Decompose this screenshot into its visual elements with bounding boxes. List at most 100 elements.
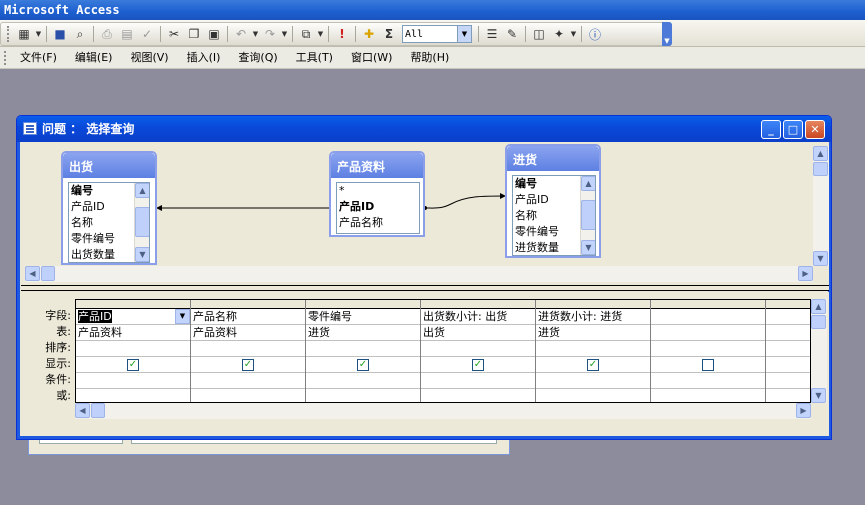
grid-cell-sort[interactable] (766, 341, 810, 357)
show-checkbox[interactable]: ✓ (587, 359, 599, 371)
grid-cell-sort[interactable] (306, 341, 420, 357)
table-field-list[interactable]: 编号 产品ID 名称 零件编号 出货数量 ▲ ▼ (68, 182, 150, 263)
grid-cell-or[interactable] (76, 389, 190, 402)
grid-cell-criteria[interactable] (536, 373, 650, 389)
table-purchase[interactable]: 进货 编号 产品ID 名称 零件编号 进货数量 ▲ ▼ (505, 144, 601, 258)
grid-cell-field[interactable] (766, 309, 810, 325)
grid-cell-table[interactable]: 进货 (306, 325, 420, 341)
scroll-down-icon[interactable]: ▼ (135, 247, 149, 262)
grid-cell-sort[interactable] (76, 341, 190, 357)
menu-tools[interactable]: 工具(T) (287, 48, 342, 68)
table-field[interactable]: 产品名称 (337, 215, 419, 231)
table-pane-horizontal-scrollbar[interactable]: ◀ ▶ (25, 266, 813, 282)
table-product[interactable]: 产品资料 * 产品ID 产品名称 (329, 151, 425, 237)
scroll-up-icon[interactable]: ▲ (811, 299, 826, 314)
grid-column[interactable]: 产品ID ▼ 产品资料 ✓ (76, 300, 191, 402)
chevron-down-icon[interactable]: ▼ (175, 309, 190, 324)
grid-cell-field[interactable]: 零件编号 (306, 309, 420, 325)
table-field-list[interactable]: * 产品ID 产品名称 (336, 182, 420, 234)
grid-column[interactable]: 进货数小计: 进货 进货 ✓ (536, 300, 651, 402)
help-icon[interactable]: ⓘ (585, 24, 605, 44)
table-field-list[interactable]: 编号 产品ID 名称 零件编号 进货数量 ▲ ▼ (512, 175, 596, 256)
menu-grip[interactable] (4, 50, 7, 65)
table-title[interactable]: 出货 (63, 153, 155, 178)
table-title[interactable]: 产品资料 (331, 153, 423, 178)
grid-cell-or[interactable] (191, 389, 305, 402)
grid-cell-criteria[interactable] (651, 373, 765, 389)
scroll-up-icon[interactable]: ▲ (135, 183, 149, 198)
scroll-thumb[interactable] (811, 315, 826, 329)
grid-cell-show[interactable]: ✓ (421, 357, 535, 373)
scroll-down-icon[interactable]: ▼ (581, 240, 595, 255)
scroll-up-icon[interactable]: ▲ (813, 146, 828, 161)
scroll-thumb[interactable] (91, 403, 105, 418)
grid-cell-sort[interactable] (536, 341, 650, 357)
query-type-dropdown-icon[interactable]: ▼ (316, 24, 325, 44)
show-checkbox[interactable]: ✓ (242, 359, 254, 371)
grid-column[interactable]: 零件编号 进货 ✓ (306, 300, 421, 402)
scroll-right-icon[interactable]: ▶ (798, 266, 813, 281)
show-checkbox[interactable]: ✓ (127, 359, 139, 371)
scroll-thumb[interactable] (813, 162, 828, 176)
grid-cell-table[interactable]: 出货 (421, 325, 535, 341)
grid-cell-table[interactable] (766, 325, 810, 341)
undo-icon[interactable]: ↶ (231, 24, 251, 44)
new-object-icon[interactable]: ✦ (549, 24, 569, 44)
print-icon[interactable]: ⎙ (97, 24, 117, 44)
menu-window[interactable]: 窗口(W) (342, 48, 401, 68)
menu-edit[interactable]: 编辑(E) (66, 48, 122, 68)
grid-cell-criteria[interactable] (76, 373, 190, 389)
grid-cell-field[interactable]: 产品ID ▼ (76, 309, 190, 325)
run-icon[interactable]: ! (332, 24, 352, 44)
menu-help[interactable]: 帮助(H) (401, 48, 458, 68)
grid-cell-field[interactable] (651, 309, 765, 325)
close-button[interactable]: ✕ (805, 120, 825, 139)
database-window-icon[interactable]: ◫ (529, 24, 549, 44)
new-object-dropdown-icon[interactable]: ▼ (569, 24, 578, 44)
grid-cell-or[interactable] (651, 389, 765, 402)
table-pane-vertical-scrollbar[interactable]: ▲ ▼ (813, 146, 829, 266)
grid-cell-or[interactable] (536, 389, 650, 402)
grid-cell-criteria[interactable] (766, 373, 810, 389)
grid-cell-show[interactable]: ✓ (306, 357, 420, 373)
grid-cell-sort[interactable] (651, 341, 765, 357)
cut-icon[interactable]: ✂ (164, 24, 184, 44)
menu-insert[interactable]: 插入(I) (178, 48, 230, 68)
print-preview-icon[interactable]: ▤ (117, 24, 137, 44)
scroll-left-icon[interactable]: ◀ (75, 403, 90, 418)
minimize-button[interactable]: _ (761, 120, 781, 139)
search-icon[interactable]: ⌕ (70, 24, 90, 44)
grid-cell-sort[interactable] (421, 341, 535, 357)
table-scrollbar[interactable]: ▲ ▼ (134, 183, 149, 262)
scroll-down-icon[interactable]: ▼ (813, 251, 828, 266)
query-type-icon[interactable]: ⧉ (296, 24, 316, 44)
menu-query[interactable]: 查询(Q) (229, 48, 286, 68)
redo-dropdown-icon[interactable]: ▼ (280, 24, 289, 44)
table-title[interactable]: 进货 (507, 146, 599, 171)
grid-cell-table[interactable]: 产品资料 (191, 325, 305, 341)
query-window-titlebar[interactable]: 问题 ： 选择查询 _ □ ✕ (17, 116, 831, 142)
show-checkbox[interactable] (702, 359, 714, 371)
table-field[interactable]: * (337, 183, 419, 199)
grid-cell-show[interactable]: ✓ (191, 357, 305, 373)
undo-dropdown-icon[interactable]: ▼ (251, 24, 260, 44)
chevron-down-icon[interactable]: ▼ (457, 26, 471, 42)
grid-column[interactable]: 出货数小计: 出货 出货 ✓ (421, 300, 536, 402)
table-pane[interactable]: 出货 编号 产品ID 名称 零件编号 出货数量 ▲ ▼ 产品资料 * 产品ID … (21, 142, 829, 286)
grid-cell-show[interactable]: ✓ (536, 357, 650, 373)
grid-cell-criteria[interactable] (421, 373, 535, 389)
table-scrollbar[interactable]: ▲ ▼ (580, 176, 595, 255)
grid-cell-field[interactable]: 出货数小计: 出货 (421, 309, 535, 325)
grid-cell-field[interactable]: 进货数小计: 进货 (536, 309, 650, 325)
show-table-icon[interactable]: ✚ (359, 24, 379, 44)
view-dropdown-icon[interactable]: ▼ (34, 24, 43, 44)
grid-cell-or[interactable] (306, 389, 420, 402)
toolbar-overflow-icon[interactable]: ▼ (662, 22, 672, 46)
scroll-down-icon[interactable]: ▼ (811, 388, 826, 403)
scroll-thumb[interactable] (581, 200, 595, 230)
grid-horizontal-scrollbar[interactable]: ◀ ▶ (75, 403, 811, 419)
spellcheck-icon[interactable]: ✓ (137, 24, 157, 44)
table-shipment[interactable]: 出货 编号 产品ID 名称 零件编号 出货数量 ▲ ▼ (61, 151, 157, 265)
scroll-thumb[interactable] (41, 266, 55, 281)
grid-cell-table[interactable]: 进货 (536, 325, 650, 341)
